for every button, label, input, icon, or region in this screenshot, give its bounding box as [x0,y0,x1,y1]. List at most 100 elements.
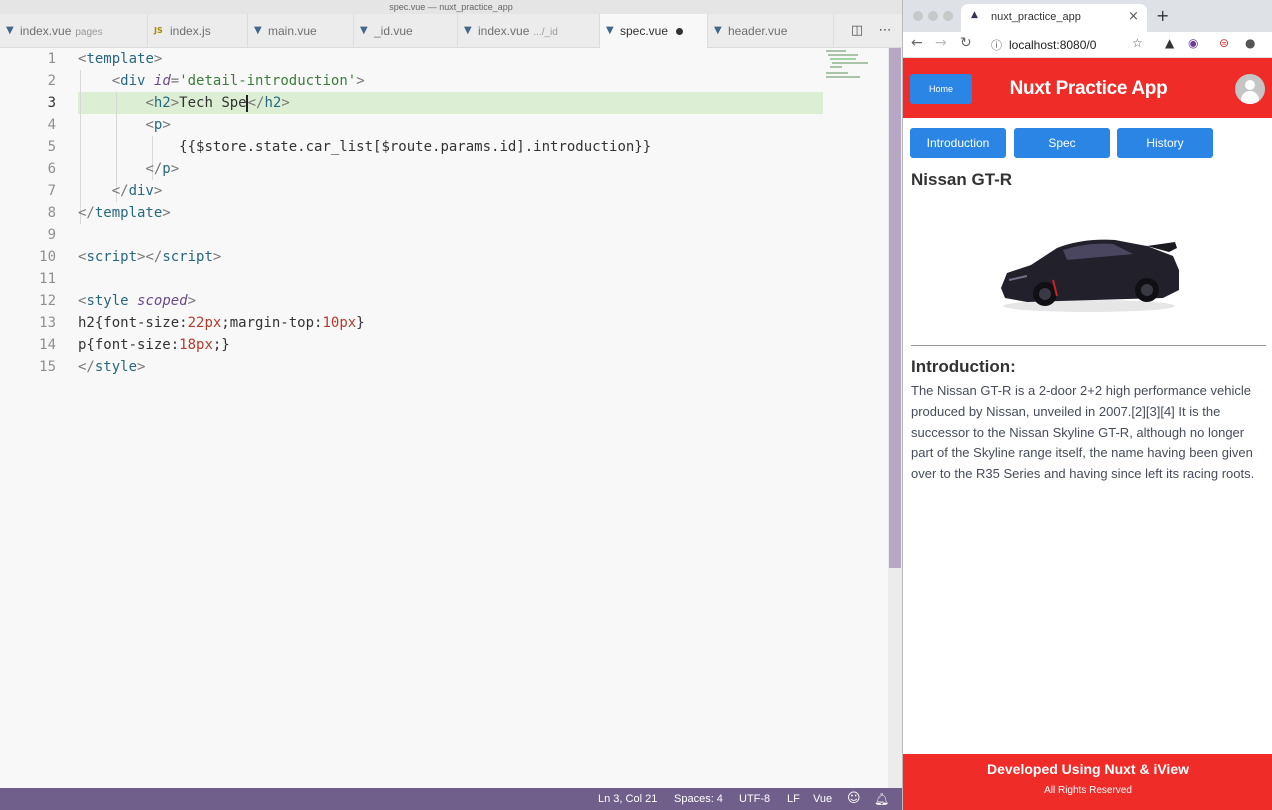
tab-id-vue[interactable]: ▼ _id.vue [354,14,458,48]
js-icon: JS [154,26,163,35]
tab-hint: .../_id [533,27,558,38]
window-minimize-button[interactable] [928,11,938,21]
code-token: h2 [153,95,171,111]
code-line: p{font-size:18px;} [78,334,230,356]
language-mode[interactable]: Vue [813,788,832,810]
browser-tab-title: nuxt_practice_app [991,11,1081,23]
line-ending-setting[interactable]: LF [787,788,800,810]
tab-header-vue[interactable]: ▼ header.vue [708,14,834,48]
minimap[interactable] [824,48,888,88]
code-token: div [128,183,154,199]
code-line: {{$store.state.car_list[$route.params.id… [78,136,651,158]
line-number: 2 [47,73,56,89]
minimap-line [830,58,856,60]
line-number: 13 [39,315,56,331]
line-number: 12 [39,293,56,309]
spec-button[interactable]: Spec [1014,128,1110,158]
minimap-line [826,76,860,78]
line-number: 4 [47,117,56,133]
car-rim [1039,288,1051,300]
feedback-smiley-icon[interactable]: ☺ [847,788,861,810]
split-editor-icon[interactable]: ◫ [846,14,868,48]
encoding-setting[interactable]: UTF-8 [739,788,770,810]
introduction-text: The Nissan GT-R is a 2-door 2+2 high per… [911,383,1255,482]
history-button[interactable]: History [1117,128,1213,158]
new-tab-icon[interactable]: + [1156,6,1169,25]
extension-orb-icon[interactable]: ◉ [1188,36,1198,50]
back-arrow-icon[interactable]: ← [911,35,923,51]
code-token: px [339,315,357,331]
tab-index-js[interactable]: JS index.js [148,14,248,48]
code-line: <script></script> [78,249,222,265]
window-zoom-button[interactable] [943,11,953,21]
car-name-heading: Nissan GT-R [911,170,1013,189]
line-number: 3 [47,95,56,111]
nuxt-favicon-icon: ▲ [971,10,978,20]
forward-arrow-icon[interactable]: → [935,35,947,51]
code-token: style [94,359,138,375]
tab-label: header.vue [728,24,788,38]
code-token: {{$store.state.car_list[$route.params.id… [179,139,652,155]
tab-index-vue-id[interactable]: ▼ index.vue .../_id [458,14,600,48]
info-icon[interactable]: ⓘ [991,37,1002,53]
extension-badge-icon[interactable]: ⊜ [1219,36,1229,50]
line-number: 11 [39,271,56,287]
editor-scrollbar-thumb[interactable] [889,48,901,568]
indentation-setting[interactable]: Spaces: 4 [674,788,723,810]
editor-tab-bar: ▼ index.vue pages JS index.js ▼ main.vue … [0,14,902,49]
profile-icon[interactable]: ● [1245,36,1255,50]
window-close-button[interactable] [913,11,923,21]
code-token: id [153,73,171,89]
introduction-heading: Introduction: [911,357,1016,376]
vue-icon: ▼ [360,25,368,36]
code-line: h2{font-size:22px;margin-top:10px} [78,312,365,334]
reload-icon[interactable]: ↻ [960,35,972,51]
minimap-line [826,72,848,74]
browser-tab-strip: ▲ nuxt_practice_app × + [903,0,1272,32]
avatar[interactable] [1235,74,1265,104]
car-image [1001,239,1179,312]
address-bar[interactable]: ⓘ localhost:8080/0 [985,34,1151,56]
tab-label: spec.vue [620,24,669,38]
tab-label: index.js [170,24,211,38]
line-number: 15 [39,359,56,375]
unsaved-dot-icon[interactable] [676,28,684,36]
code-token: 18 [179,337,197,353]
cursor-position[interactable]: Ln 3, Col 21 [598,788,657,810]
code-token: h2{font-size: [78,315,188,331]
more-actions-icon[interactable]: ⋯ [874,14,896,48]
browser-tab[interactable]: ▲ nuxt_practice_app × [961,4,1147,32]
code-line: <style scoped> [78,293,197,309]
tab-label: index.vue [20,24,72,38]
line-number: 6 [47,161,56,177]
browser-toolbar: ← → ↻ ⓘ localhost:8080/0 ☆ ▲ ◉ ⊜ ● [903,32,1272,58]
vue-icon: ▼ [464,25,472,36]
close-tab-icon[interactable]: × [1128,9,1139,24]
user-icon-body [1241,91,1259,104]
introduction-button[interactable]: Introduction [910,128,1006,158]
extension-triangle-icon[interactable]: ▲ [1165,36,1174,50]
site-footer: Developed Using Nuxt & iView All Rights … [903,754,1272,810]
code-token: style [86,293,129,309]
minimap-line [832,62,868,64]
tab-main-vue[interactable]: ▼ main.vue [248,14,354,48]
url-text: localhost:8080/0 [1009,38,1097,52]
line-number: 8 [47,205,56,221]
browser-window: ▲ nuxt_practice_app × + ← → ↻ ⓘ localhos… [902,0,1272,810]
tab-index-vue-pages[interactable]: ▼ index.vue pages [0,14,148,48]
tab-hint: pages [75,27,103,38]
code-line: <div id='detail-introduction'> [111,73,365,89]
editor-window-title: spec.vue — nuxt_practice_app [0,0,902,14]
code-line: <template> [78,51,163,67]
code-area[interactable]: 1 2 3 4 5 6 7 8 9 10 11 12 13 14 15 <tem… [0,48,888,788]
code-line: </template> [78,205,171,221]
line-number: 5 [47,139,56,155]
home-button[interactable]: Home [910,74,972,104]
bookmark-star-icon[interactable]: ☆ [1132,36,1143,50]
site-title: Nuxt Practice App [1009,78,1168,99]
notifications-bell-icon[interactable]: 🔔︎ [874,788,889,810]
code-token: h2 [264,95,282,111]
code-token: scoped [137,293,188,309]
code-line: </div> [111,183,163,199]
tab-spec-vue[interactable]: ▼ spec.vue [600,14,708,49]
